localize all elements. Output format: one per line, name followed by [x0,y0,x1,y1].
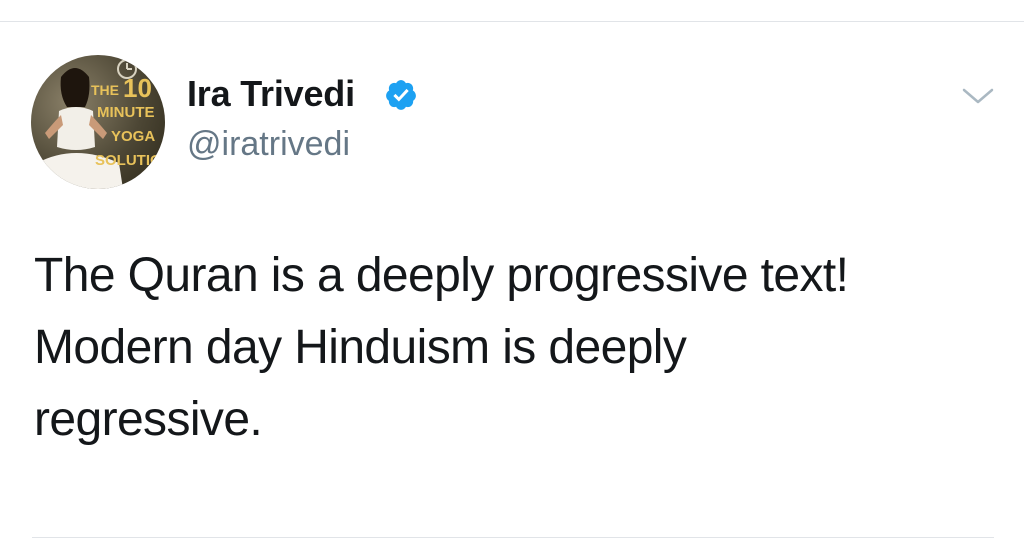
top-divider [0,21,1024,22]
cover-the: THE [91,82,119,98]
verified-badge-icon [386,80,416,110]
chevron-down-icon[interactable] [958,80,998,110]
tweet-text-line: Modern day Hinduism is deeply [34,321,687,374]
avatar-image: THE 10 MINUTE YOGA SOLUTION [31,59,165,189]
avatar[interactable]: THE 10 MINUTE YOGA SOLUTION [31,55,165,189]
display-name[interactable]: Ira Trivedi [187,72,355,116]
cover-minute: MINUTE [97,104,155,121]
handle[interactable]: @iratrivedi [187,123,350,165]
cover-solution: SOLUTION [95,152,165,169]
tweet-text: The Quran is a deeply progressive text! … [34,240,994,456]
bottom-divider [32,537,994,538]
tweet-card: THE 10 MINUTE YOGA SOLUTION Ira Trivedi … [0,0,1024,541]
tweet-text-line: regressive. [34,393,263,446]
cover-yoga: YOGA [111,128,155,145]
tweet-text-line: The Quran is a deeply progressive text! [34,249,849,302]
